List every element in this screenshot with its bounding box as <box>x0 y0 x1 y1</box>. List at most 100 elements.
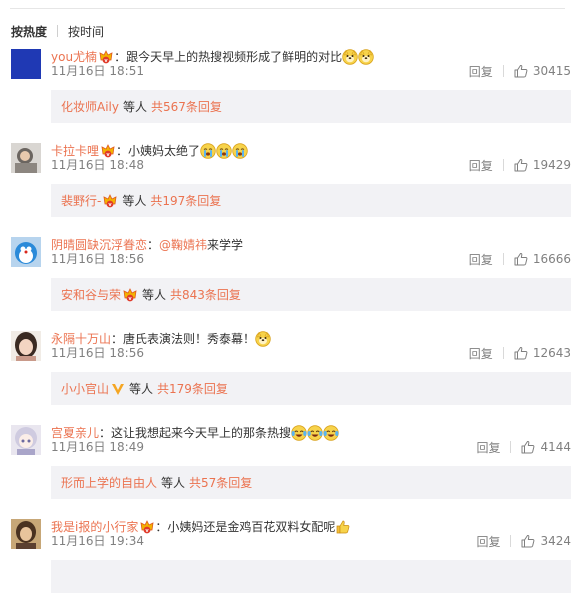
sort-bar: 按热度 按时间 <box>11 23 104 39</box>
reply-summary[interactable]: 安和谷与荣 v 等人 共843条回复 <box>51 278 571 311</box>
comment-date: 11月16日 <box>51 64 106 78</box>
reply-summary[interactable]: 形而上学的自由人 等人 共57条回复 <box>51 466 571 499</box>
comment-content: 阴晴圆缺沉浮眷恋： @鞠婧祎 来学学 <box>51 237 243 253</box>
reply-suffix: 等人 <box>129 382 154 396</box>
avatar[interactable] <box>11 237 41 267</box>
comment-timestamp: 11月16日 18:48 <box>51 158 144 172</box>
comment-content: 永隔十万山 ：唐氏表演法则！秀泰幕！ <box>51 331 271 347</box>
reply-count-link[interactable]: 共843条回复 <box>170 288 241 302</box>
comment-actions: 回复 16666 <box>469 251 571 268</box>
username-link[interactable]: 宫夏亲儿 <box>51 425 99 441</box>
vip-icon: v <box>102 194 118 208</box>
vip-icon: v <box>100 144 116 158</box>
doge-emoji <box>255 331 271 347</box>
like-count: 30415 <box>532 64 571 78</box>
reply-button[interactable]: 回复 <box>476 533 500 550</box>
vip-icon: v <box>98 50 114 64</box>
comment-actions: 回复 19429 <box>469 157 571 174</box>
comment-time: 18:48 <box>109 158 144 172</box>
reply-count-link[interactable]: 共197条回复 <box>150 194 221 208</box>
comment-text: ： <box>147 238 160 252</box>
comment-actions: 回复 30415 <box>469 63 571 80</box>
doge-emoji <box>358 49 374 65</box>
reply-summary[interactable]: 化妆师Aily 等人 共567条回复 <box>51 90 571 123</box>
comment-content: 卡拉卡哩 v ：小姨妈太绝了 <box>51 143 248 159</box>
like-icon[interactable] <box>514 346 528 360</box>
reply-count-link[interactable]: 共179条回复 <box>157 382 228 396</box>
comment-content: you尤楠 v ：跟今天早上的热搜视频形成了鲜明的对比 <box>51 49 374 65</box>
mention-link[interactable]: @鞠婧祎 <box>159 237 207 253</box>
reply-summary-line: 裴野行-v 等人 共197条回复 <box>61 194 221 208</box>
reply-suffix: 等人 <box>122 194 147 208</box>
like-count: 3424 <box>540 534 571 548</box>
comment-timestamp: 11月16日 18:56 <box>51 252 144 266</box>
avatar[interactable] <box>11 331 41 361</box>
comment-content: 我是i报的小行家 v ：小姨妈还是金鸡百花双料女配呢 <box>51 519 351 535</box>
reply-suffix: 等人 <box>122 100 147 114</box>
reply-button[interactable]: 回复 <box>469 251 493 268</box>
username-link[interactable]: 卡拉卡哩 <box>51 143 99 159</box>
username-link[interactable]: 永隔十万山 <box>51 331 111 347</box>
laugh-cry-emoji <box>291 425 307 441</box>
action-divider <box>502 347 504 359</box>
sort-by-time-tab[interactable]: 按时间 <box>68 23 104 40</box>
reply-summary[interactable]: 小小官山 等人 共179条回复 <box>51 372 571 405</box>
action-divider <box>502 253 504 265</box>
comment-actions: 回复 12643 <box>469 345 571 362</box>
comment-actions: 回复 4144 <box>476 439 571 456</box>
avatar[interactable] <box>11 49 41 79</box>
reply-summary[interactable]: 裴野行-v 等人 共197条回复 <box>51 184 571 217</box>
comment-text: ：小姨妈还是金鸡百花双料女配呢 <box>155 520 336 534</box>
reply-button[interactable]: 回复 <box>476 439 500 456</box>
reply-username-link[interactable]: 安和谷与荣 <box>61 288 121 302</box>
reply-summary-line: 安和谷与荣 v 等人 共843条回复 <box>61 288 241 302</box>
like-icon[interactable] <box>521 534 535 548</box>
reply-count-link[interactable]: 共57条回复 <box>189 476 252 490</box>
reply-username-link[interactable]: 裴野行- <box>61 194 101 208</box>
reply-summary[interactable] <box>51 560 571 593</box>
comment-timestamp: 11月16日 19:34 <box>51 534 144 548</box>
like-icon[interactable] <box>521 440 535 454</box>
comment-text: ：跟今天早上的热搜视频形成了鲜明的对比 <box>114 50 343 64</box>
action-divider <box>510 535 512 547</box>
vip-icon: v <box>122 288 138 302</box>
avatar[interactable] <box>11 143 41 173</box>
comment-text-suffix: 来学学 <box>207 238 244 252</box>
laugh-cry-emoji <box>323 425 339 441</box>
vip-icon: v <box>139 520 155 534</box>
top-divider <box>10 8 565 9</box>
reply-username-link[interactable]: 小小官山 <box>61 382 109 396</box>
reply-username-link[interactable]: 形而上学的自由人 <box>61 476 157 490</box>
comment-item: 卡拉卡哩 v ：小姨妈太绝了 11月16日 18:48 回复 19429 裴野行-v 等人 共1… <box>0 143 575 237</box>
comment-time: 18:51 <box>109 64 144 78</box>
reply-button[interactable]: 回复 <box>469 157 493 174</box>
crying-emoji <box>200 143 216 159</box>
comment-text: ：这让我想起来今天早上的那条热搜 <box>99 426 292 440</box>
comment-item: 我是i报的小行家 v ：小姨妈还是金鸡百花双料女配呢 11月16日 19:34 回复 34… <box>0 519 575 613</box>
comment-time: 18:49 <box>109 440 144 454</box>
reply-suffix: 等人 <box>142 288 167 302</box>
comment-date: 11月16日 <box>51 252 106 266</box>
v-badge-icon <box>111 382 125 396</box>
avatar[interactable] <box>11 425 41 455</box>
avatar[interactable] <box>11 519 41 549</box>
like-icon[interactable] <box>514 158 528 172</box>
sort-by-hot-tab[interactable]: 按热度 <box>11 23 47 40</box>
username-link[interactable]: 阴晴圆缺沉浮眷恋 <box>51 237 147 253</box>
reply-button[interactable]: 回复 <box>469 345 493 362</box>
reply-suffix: 等人 <box>161 476 186 490</box>
comment-content: 宫夏亲儿 ：这让我想起来今天早上的那条热搜 <box>51 425 339 441</box>
like-icon[interactable] <box>514 252 528 266</box>
reply-button[interactable]: 回复 <box>469 63 493 80</box>
comment-date: 11月16日 <box>51 534 106 548</box>
username-link[interactable]: 我是i报的小行家 <box>51 519 138 535</box>
crying-emoji <box>232 143 248 159</box>
comment-actions: 回复 3424 <box>476 533 571 550</box>
reply-username-link[interactable]: 化妆师Aily <box>61 100 119 114</box>
reply-count-link[interactable]: 共567条回复 <box>151 100 222 114</box>
sort-divider <box>57 25 59 37</box>
like-count: 4144 <box>540 440 571 454</box>
username-link[interactable]: you尤楠 <box>51 49 97 65</box>
like-icon[interactable] <box>514 64 528 78</box>
comment-timestamp: 11月16日 18:49 <box>51 440 144 454</box>
